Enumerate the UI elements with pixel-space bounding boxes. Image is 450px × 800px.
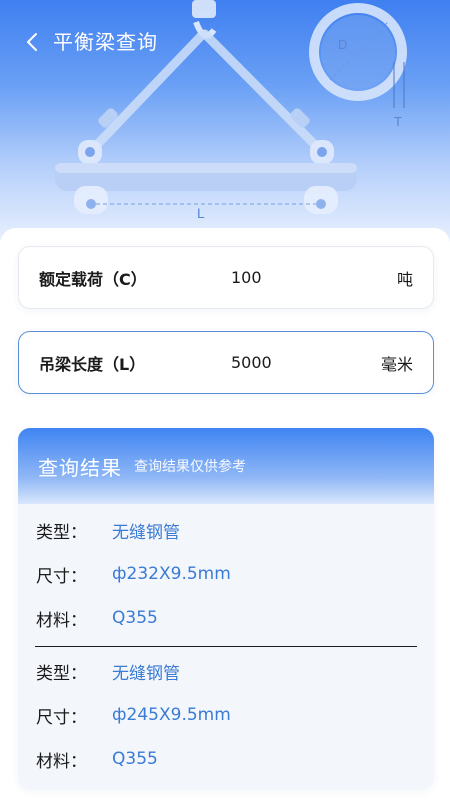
result-subtitle: 查询结果仅供参考	[134, 459, 246, 475]
material-key: 材料：	[36, 610, 87, 631]
result-row-size: 尺寸： ф245X9.5mm	[18, 693, 434, 737]
type-key: 类型：	[36, 522, 87, 543]
rated-load-field[interactable]: 额定载荷（C） 100 吨	[18, 246, 434, 309]
size-key: 尺寸：	[36, 566, 87, 587]
result-row-type: 类型： 无缝钢管	[18, 649, 434, 693]
type-key: 类型：	[36, 663, 87, 684]
result-row-size: 尺寸： ф232X9.5mm	[18, 552, 434, 596]
result-group: 类型： 无缝钢管 尺寸： ф245X9.5mm 材料： Q355	[18, 647, 434, 781]
size-key: 尺寸：	[36, 707, 87, 728]
svg-text:T: T	[394, 114, 402, 129]
type-value: 无缝钢管	[112, 663, 180, 684]
material-key: 材料：	[36, 751, 87, 772]
material-value: Q355	[112, 608, 158, 628]
type-value: 无缝钢管	[112, 522, 180, 543]
result-title: 查询结果	[38, 455, 122, 480]
size-value: ф232X9.5mm	[112, 564, 231, 584]
material-value: Q355	[112, 749, 158, 769]
svg-text:D: D	[338, 37, 347, 52]
header-banner: L D T 平衡梁查询	[0, 0, 450, 245]
beam-length-unit: 毫米	[380, 354, 413, 374]
rated-load-unit: 吨	[396, 269, 413, 289]
result-card: 查询结果 查询结果仅供参考 类型： 无缝钢管 尺寸： ф232X9.5mm 材料…	[18, 428, 434, 790]
size-value: ф245X9.5mm	[112, 705, 231, 725]
rated-load-input[interactable]: 100	[231, 268, 262, 287]
result-group: 类型： 无缝钢管 尺寸： ф232X9.5mm 材料： Q355	[18, 504, 434, 647]
beam-length-field[interactable]: 吊梁长度（L） 5000 毫米	[18, 331, 434, 394]
svg-text:L: L	[197, 205, 205, 221]
result-header: 查询结果 查询结果仅供参考	[18, 428, 434, 504]
page-title: 平衡梁查询	[53, 30, 158, 54]
result-row-type: 类型： 无缝钢管	[18, 508, 434, 552]
back-button[interactable]	[20, 28, 44, 56]
chevron-left-icon	[27, 33, 37, 51]
beam-length-label: 吊梁长度（L）	[39, 354, 146, 374]
result-row-material: 材料： Q355	[18, 596, 434, 640]
rated-load-label: 额定载荷（C）	[39, 269, 147, 289]
beam-length-input[interactable]: 5000	[231, 353, 272, 372]
result-row-material: 材料： Q355	[18, 737, 434, 781]
